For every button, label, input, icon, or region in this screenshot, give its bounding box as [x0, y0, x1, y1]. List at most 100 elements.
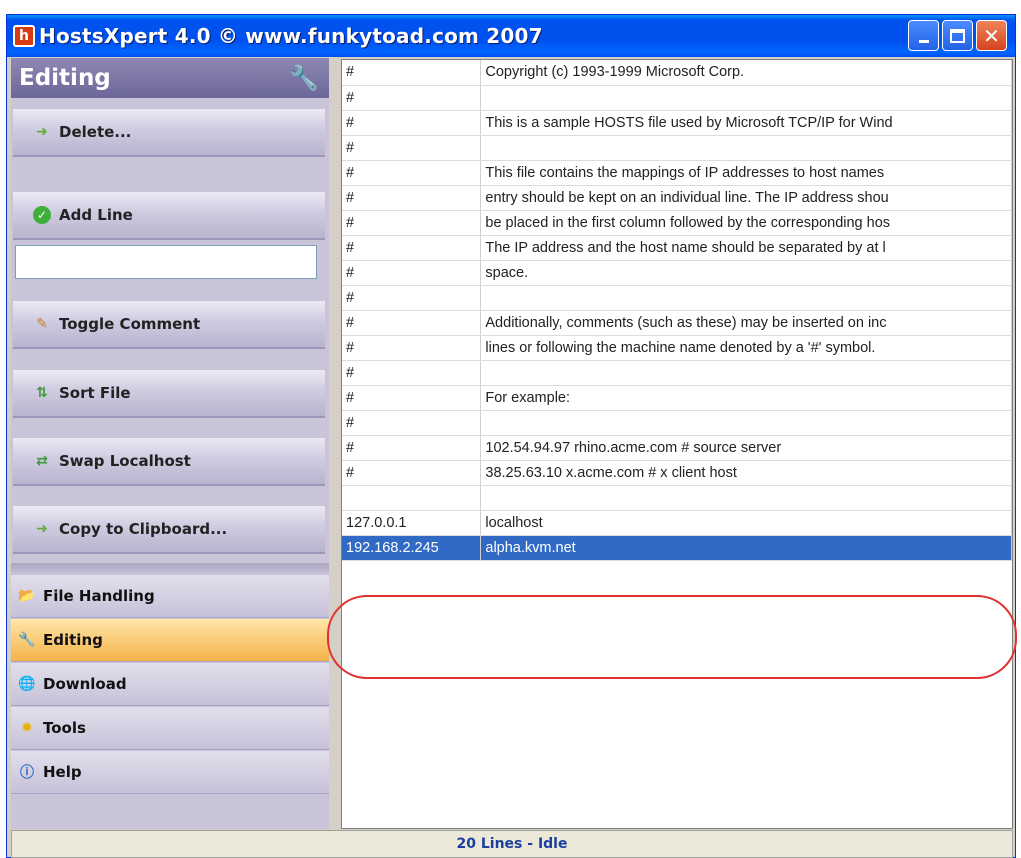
table-row[interactable]: # Additionally, comments (such as these) …	[342, 310, 1012, 336]
host-cell[interactable]: This is a sample HOSTS file used by Micr…	[480, 110, 1012, 136]
nav-tools[interactable]: ✹ Tools	[11, 707, 329, 750]
host-cell[interactable]: The IP address and the host name should …	[480, 235, 1012, 261]
maximize-icon	[950, 28, 965, 43]
ip-cell[interactable]: #	[342, 110, 482, 136]
table-row[interactable]: # The IP address and the host name should…	[342, 235, 1012, 261]
host-cell[interactable]: alpha.kvm.net	[480, 535, 1012, 561]
nav-download[interactable]: 🌐 Download	[11, 663, 329, 706]
host-cell[interactable]: space.	[480, 260, 1012, 286]
ip-cell[interactable]: #	[342, 85, 482, 111]
host-cell[interactable]: Copyright (c) 1993-1999 Microsoft Corp.	[480, 60, 1012, 86]
table-row[interactable]: # lines or following the machine name den…	[342, 335, 1012, 361]
sidebar-header: Editing 🔧	[11, 58, 329, 98]
delete-button-label: Delete...	[59, 123, 132, 141]
copy-to-clipboard-button[interactable]: ➜ Copy to Clipboard...	[13, 506, 325, 554]
table-row[interactable]: #	[342, 360, 1012, 386]
nav-tools-label: Tools	[43, 719, 86, 737]
ip-cell[interactable]: #	[342, 310, 482, 336]
ip-cell[interactable]: #	[342, 360, 482, 386]
table-row[interactable]: # For example:	[342, 385, 1012, 411]
host-cell[interactable]	[480, 285, 1012, 311]
ip-cell[interactable]: #	[342, 260, 482, 286]
host-cell[interactable]	[480, 360, 1012, 386]
table-row[interactable]: #	[342, 85, 1012, 111]
ip-cell[interactable]: #	[342, 410, 482, 436]
ip-cell[interactable]: #	[342, 435, 482, 461]
table-row[interactable]: # This is a sample HOSTS file used by Mic…	[342, 110, 1012, 136]
ip-cell[interactable]: #	[342, 285, 482, 311]
title-bar[interactable]: h HostsXpert 4.0 © www.funkytoad.com 200…	[7, 15, 1015, 57]
host-cell[interactable]: lines or following the machine name deno…	[480, 335, 1012, 361]
arrow-right-icon: ➜	[36, 521, 48, 537]
nav-editing[interactable]: 🔧 Editing	[11, 619, 329, 662]
status-text: 20 Lines - Idle	[456, 836, 568, 852]
host-cell[interactable]	[480, 85, 1012, 111]
host-cell[interactable]	[480, 485, 1012, 511]
ip-cell[interactable]: #	[342, 160, 482, 186]
add-line-button-label: Add Line	[59, 206, 133, 224]
table-row[interactable]: 127.0.0.1 localhost	[342, 510, 1012, 536]
hosts-grid[interactable]: # Copyright (c) 1993-1999 Microsoft Corp.…	[341, 59, 1013, 829]
wrench-icon: 🔧	[18, 632, 36, 648]
table-row[interactable]: #38.25.63.10 x.acme.com # x client host	[342, 460, 1012, 486]
arrow-right-icon: ➜	[36, 124, 48, 140]
host-cell[interactable]	[480, 135, 1012, 161]
ip-cell[interactable]: #	[342, 185, 482, 211]
ip-cell[interactable]: #	[342, 135, 482, 161]
host-cell[interactable]: entry should be kept on an individual li…	[480, 185, 1012, 211]
table-row[interactable]: # be placed in the first column followed …	[342, 210, 1012, 236]
host-cell[interactable]: For example:	[480, 385, 1012, 411]
ip-cell[interactable]: 127.0.0.1	[342, 510, 482, 536]
sidebar: Editing 🔧 ➜ Delete... ✓ Add Line ✎ Toggl…	[11, 58, 329, 829]
copy-to-clipboard-button-label: Copy to Clipboard...	[59, 520, 228, 538]
host-cell[interactable]: Additionally, comments (such as these) m…	[480, 310, 1012, 336]
table-row[interactable]: # entry should be kept on an individual l…	[342, 185, 1012, 211]
table-row[interactable]: #102.54.94.97 rhino.acme.com # source se…	[342, 435, 1012, 461]
close-button[interactable]: ✕	[976, 20, 1007, 51]
toggle-comment-button[interactable]: ✎ Toggle Comment	[13, 301, 325, 349]
ip-cell[interactable]: 192.168.2.245	[342, 535, 482, 561]
delete-button[interactable]: ➜ Delete...	[13, 109, 325, 157]
minimize-icon	[918, 40, 929, 43]
add-line-button[interactable]: ✓ Add Line	[13, 192, 325, 240]
ip-cell[interactable]: #	[342, 460, 482, 486]
table-row[interactable]: #	[342, 410, 1012, 436]
status-bar: 20 Lines - Idle	[11, 830, 1013, 858]
window-title: HostsXpert 4.0 © www.funkytoad.com 2007	[39, 24, 543, 48]
app-logo-icon: h	[13, 25, 35, 47]
table-row[interactable]: 192.168.2.245 alpha.kvm.net	[342, 535, 1012, 561]
sidebar-divider	[11, 563, 329, 575]
help-icon: ⓘ	[20, 765, 34, 781]
ip-cell[interactable]: #	[342, 210, 482, 236]
host-cell[interactable]: localhost	[480, 510, 1012, 536]
swap-localhost-button[interactable]: ⇄ Swap Localhost	[13, 438, 325, 486]
minimize-button[interactable]	[908, 20, 939, 51]
nav-download-label: Download	[43, 675, 127, 693]
app-window: h HostsXpert 4.0 © www.funkytoad.com 200…	[6, 14, 1016, 858]
table-row[interactable]: #	[342, 135, 1012, 161]
table-row[interactable]: #	[342, 285, 1012, 311]
host-cell[interactable]	[480, 410, 1012, 436]
nav-file-handling[interactable]: 📂 File Handling	[11, 575, 329, 618]
pencil-icon: ✎	[36, 316, 48, 332]
sidebar-header-title: Editing	[19, 65, 111, 91]
host-cell[interactable]: 38.25.63.10 x.acme.com # x client host	[480, 460, 1012, 486]
ip-cell[interactable]: #	[342, 335, 482, 361]
sort-file-button[interactable]: ⇅ Sort File	[13, 370, 325, 418]
table-row[interactable]: # Copyright (c) 1993-1999 Microsoft Corp.	[342, 60, 1012, 86]
sort-icon: ⇅	[36, 385, 48, 401]
ip-cell[interactable]: #	[342, 385, 482, 411]
table-row[interactable]: # This file contains the mappings of IP a…	[342, 160, 1012, 186]
table-row[interactable]: # space.	[342, 260, 1012, 286]
nav-help[interactable]: ⓘ Help	[11, 751, 329, 794]
table-row[interactable]	[342, 485, 1012, 511]
ip-cell[interactable]: #	[342, 60, 482, 86]
host-cell[interactable]: be placed in the first column followed b…	[480, 210, 1012, 236]
maximize-button[interactable]	[942, 20, 973, 51]
host-cell[interactable]: 102.54.94.97 rhino.acme.com # source ser…	[480, 435, 1012, 461]
host-cell[interactable]: This file contains the mappings of IP ad…	[480, 160, 1012, 186]
ip-cell[interactable]: #	[342, 235, 482, 261]
ip-cell[interactable]	[342, 485, 482, 511]
add-line-input[interactable]	[15, 245, 317, 279]
globe-icon: 🌐	[18, 676, 36, 692]
